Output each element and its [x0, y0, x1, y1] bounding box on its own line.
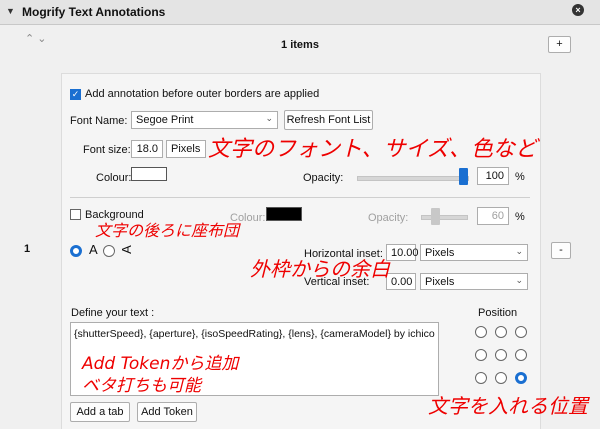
font-size-label: Font size:: [83, 144, 131, 156]
bg-opacity-unit: %: [515, 211, 525, 223]
orientation-radio-b[interactable]: [103, 245, 115, 257]
horizontal-inset-input[interactable]: 10.00: [386, 244, 419, 261]
collapse-triangle-icon[interactable]: ▼: [6, 6, 15, 16]
vertical-inset-unit[interactable]: Pixels ⌄: [420, 273, 528, 290]
opacity-slider-thumb[interactable]: [458, 168, 468, 185]
position-radio[interactable]: [495, 326, 507, 338]
font-name-value: Segoe Print: [136, 114, 194, 126]
vertical-unit-value: Pixels: [425, 276, 455, 288]
divider: [70, 197, 530, 198]
add-tab-button[interactable]: Add a tab: [70, 402, 130, 422]
font-size-input[interactable]: 18.0: [131, 140, 163, 158]
font-name-select[interactable]: Segoe Print ⌄: [131, 111, 278, 129]
bg-opacity-label: Opacity:: [368, 212, 409, 224]
position-radio[interactable]: [515, 326, 527, 338]
background-checkbox[interactable]: [70, 209, 81, 220]
refresh-font-button[interactable]: Refresh Font List: [284, 110, 373, 130]
annotation-font-note: 文字のフォント、サイズ、色など: [208, 137, 537, 162]
vertical-inset-input[interactable]: 0.00: [386, 273, 416, 290]
position-radio[interactable]: [475, 326, 487, 338]
position-radio[interactable]: [475, 349, 487, 361]
position-label: Position: [478, 307, 518, 319]
panel-header: ▼ Mogrify Text Annotations ×: [0, 0, 600, 25]
opacity-input[interactable]: 100: [477, 167, 509, 185]
bg-opacity-slider-thumb[interactable]: [430, 208, 440, 225]
panel-title: Mogrify Text Annotations: [22, 5, 166, 19]
colour-label: Colour:: [96, 172, 132, 184]
orientation-a-label: A: [89, 242, 98, 257]
orientation-radio-a[interactable]: [70, 245, 82, 257]
position-radio[interactable]: [495, 372, 507, 384]
bg-opacity-input[interactable]: 60: [477, 207, 509, 225]
font-size-unit[interactable]: Pixels: [166, 140, 206, 158]
position-radio[interactable]: [475, 372, 487, 384]
annotation-bg-note: 文字の後ろに座布団: [95, 221, 240, 240]
orientation-b-label: A: [118, 245, 134, 254]
position-radio[interactable]: [495, 349, 507, 361]
annotation-token-note-2: ベタ打ちも可能: [82, 376, 201, 396]
remove-item-button[interactable]: -: [551, 242, 571, 259]
horizontal-unit-value: Pixels: [425, 247, 455, 259]
font-name-label: Font Name:: [70, 115, 128, 127]
annotation-inset-note: 外枠からの余白: [250, 257, 390, 281]
items-count: 1 items: [281, 39, 319, 51]
chevron-down-icon: ⌄: [265, 113, 273, 123]
opacity-label: Opacity:: [303, 172, 344, 184]
bg-colour-swatch[interactable]: [266, 207, 302, 221]
add-token-button[interactable]: Add Token: [137, 402, 197, 422]
position-radio[interactable]: [515, 349, 527, 361]
horizontal-inset-unit[interactable]: Pixels ⌄: [420, 244, 528, 261]
text-definition-value: {shutterSpeed}, {aperture}, {isoSpeedRat…: [74, 328, 435, 340]
opacity-unit: %: [515, 171, 525, 183]
opacity-slider[interactable]: [357, 176, 469, 181]
add-item-button[interactable]: +: [548, 36, 571, 53]
row-index: 1: [24, 243, 31, 255]
position-radio[interactable]: [515, 372, 527, 384]
before-borders-label: Add annotation before outer borders are …: [85, 88, 320, 100]
define-text-label: Define your text :: [71, 307, 155, 319]
before-borders-checkbox[interactable]: ✓: [70, 89, 81, 100]
annotation-position-note: 文字を入れる位置: [428, 394, 588, 418]
close-icon[interactable]: ×: [572, 4, 584, 16]
bg-opacity-slider[interactable]: [421, 215, 468, 220]
colour-swatch[interactable]: [131, 167, 167, 181]
chevron-down-icon: ⌄: [515, 275, 523, 285]
chevron-down-icon: ⌄: [515, 246, 523, 256]
